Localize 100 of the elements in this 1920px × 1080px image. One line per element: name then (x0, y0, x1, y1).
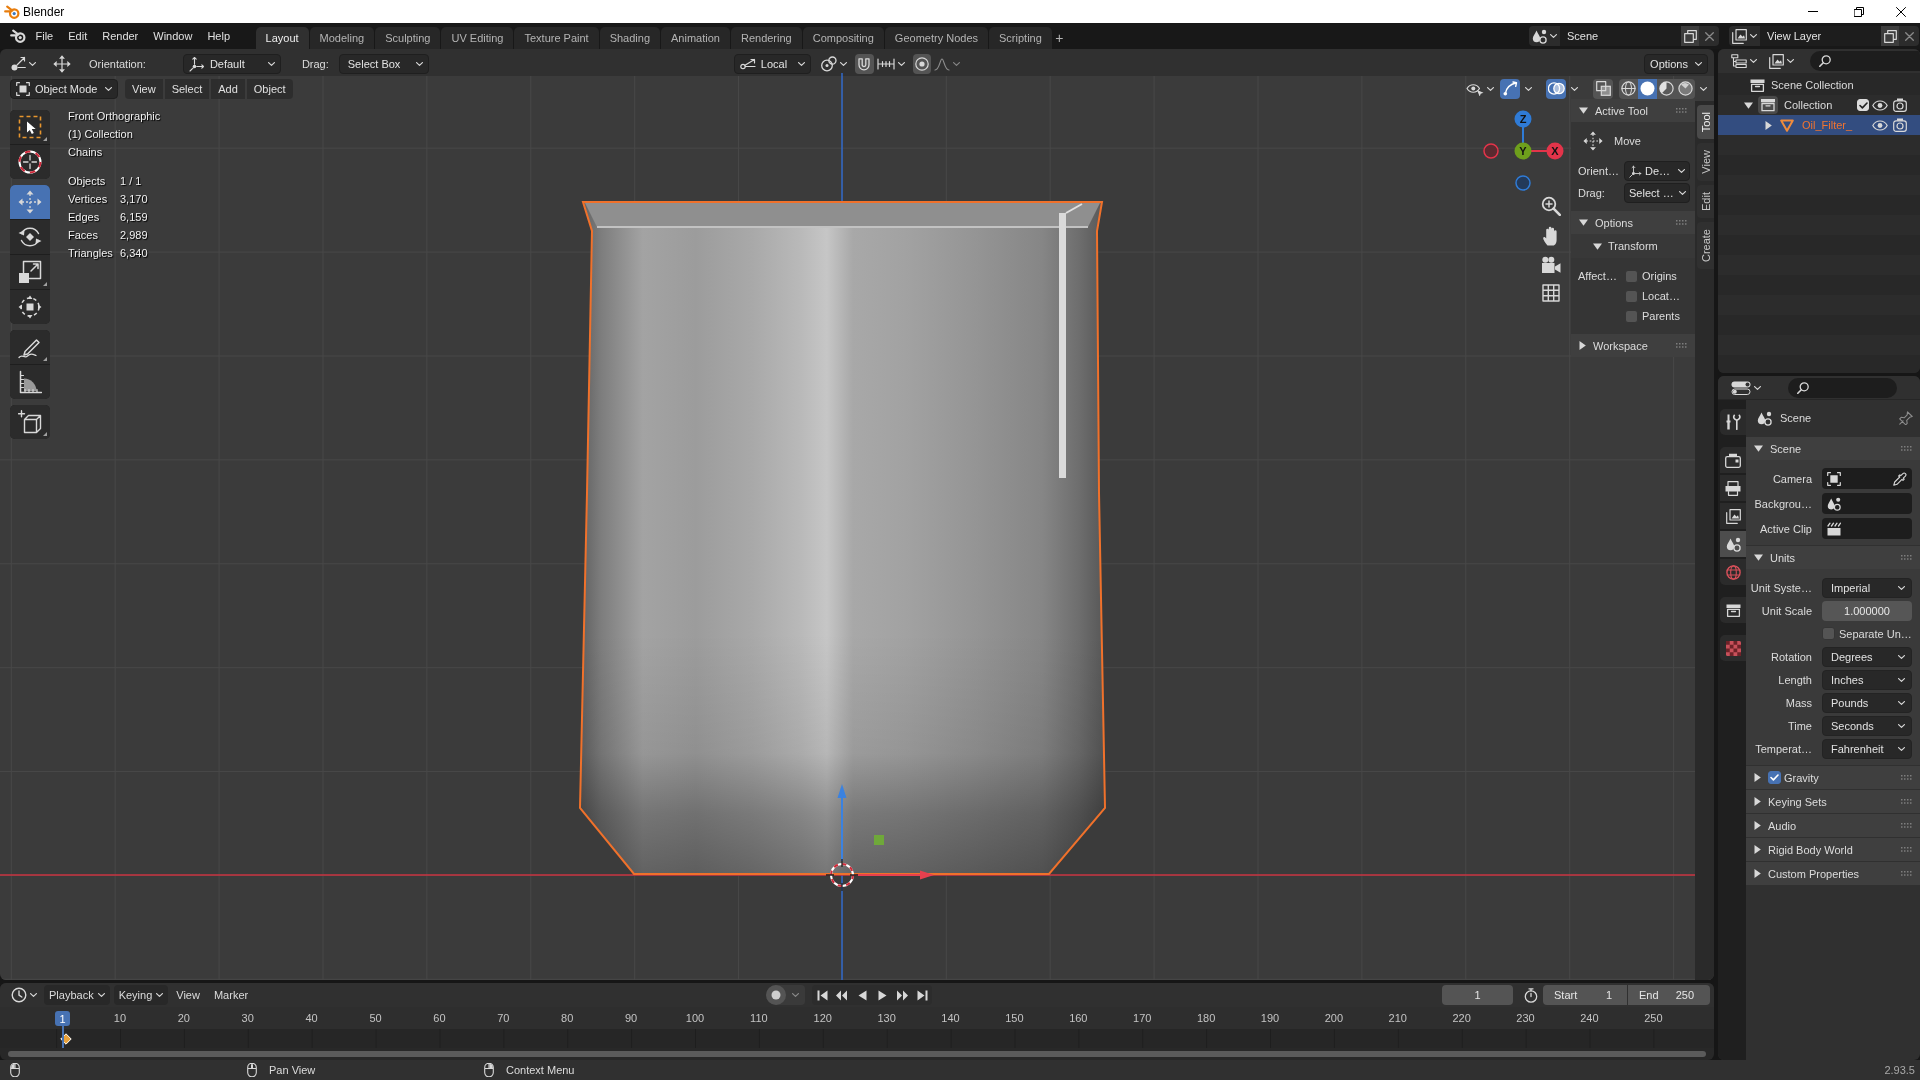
close-button[interactable] (1899, 26, 1919, 46)
menu-button[interactable]: Add (211, 78, 245, 99)
workspace-tab[interactable]: Sculpting (375, 27, 441, 49)
checkbox[interactable] (1625, 269, 1638, 283)
copy-button[interactable] (1681, 26, 1699, 46)
dropdown[interactable]: Fahrenheit (1822, 738, 1912, 759)
disclosure-triangle-icon[interactable] (1754, 821, 1761, 830)
zoom-icon[interactable] (1541, 196, 1561, 216)
outliner-row[interactable]: Collection (1718, 95, 1920, 115)
properties-tab[interactable] (1720, 409, 1746, 435)
panel-header[interactable]: Active Tool (1571, 99, 1695, 122)
dropdown[interactable]: Inches (1822, 669, 1912, 690)
tool-button[interactable] (10, 365, 50, 399)
menu-button[interactable]: Select (164, 78, 210, 99)
view-layer-name-field[interactable]: View Layer (1760, 26, 1881, 46)
dropdown[interactable]: Pounds (1822, 692, 1912, 713)
workspace-tab[interactable]: Modeling (309, 27, 375, 49)
stopwatch-icon[interactable] (1524, 987, 1538, 1003)
orientation-dropdown[interactable]: De… (1624, 161, 1690, 181)
disclosure-triangle-icon[interactable] (1754, 554, 1763, 561)
workspace-tab[interactable]: Animation (661, 27, 730, 49)
display-mode-button[interactable] (1766, 51, 1797, 71)
pin-icon[interactable] (1899, 411, 1913, 425)
tool-button[interactable] (10, 330, 50, 364)
overlay-toggle[interactable] (1546, 78, 1566, 99)
gizmo-toggle[interactable] (1500, 78, 1520, 99)
orientation-dropdown[interactable]: Default (182, 54, 281, 74)
disclosure-triangle-icon[interactable] (1754, 797, 1761, 806)
grip-handle-icon[interactable] (1901, 823, 1912, 828)
tool-button[interactable] (10, 405, 50, 439)
transform-space-dropdown[interactable]: Local (733, 54, 811, 74)
panel-header[interactable]: Rigid Body World (1746, 838, 1920, 861)
workspace-tab[interactable]: Rendering (730, 27, 802, 49)
snap-toggle[interactable] (854, 54, 874, 74)
current-frame-field[interactable]: 1 (1442, 985, 1513, 1005)
3d-viewport[interactable] (0, 76, 1714, 980)
view-layer-selector-button[interactable] (1729, 26, 1760, 46)
panel-header[interactable]: Audio (1746, 814, 1920, 837)
disclosure-triangle-icon[interactable] (1754, 773, 1761, 782)
subpanel-header[interactable]: Transform (1571, 234, 1695, 258)
workspace-tab[interactable]: Compositing (802, 27, 884, 49)
menu-button[interactable]: View (170, 985, 206, 1005)
grip-handle-icon[interactable] (1676, 220, 1687, 225)
tool-button[interactable] (10, 220, 50, 254)
panel-header[interactable]: Units (1746, 546, 1920, 569)
panel-header[interactable]: Keying Sets (1746, 790, 1920, 813)
panel-header[interactable]: Options (1571, 211, 1695, 234)
drag-dropdown[interactable]: Select Box (338, 54, 429, 74)
disclosure-triangle-icon[interactable] (1743, 101, 1753, 109)
menu-button[interactable]: Marker (207, 985, 255, 1005)
search-field[interactable] (1788, 377, 1897, 398)
playhead-frame[interactable]: 1 (55, 1011, 70, 1026)
grip-handle-icon[interactable] (1901, 555, 1912, 560)
workspace-tab[interactable]: Texture Paint (514, 27, 599, 49)
scene-selector-button[interactable] (1529, 26, 1560, 46)
auto-keying-button[interactable] (766, 985, 787, 1005)
sidebar-tab[interactable]: Tool (1697, 105, 1714, 140)
axis-button[interactable]: X (1546, 142, 1564, 160)
dropdown[interactable]: Imperial (1822, 577, 1912, 598)
sidebar-tab[interactable]: Edit (1697, 184, 1714, 218)
tool-button[interactable] (10, 290, 50, 324)
checkbox[interactable] (1625, 309, 1638, 323)
menu-button[interactable]: View (125, 78, 163, 99)
workspace-tab[interactable]: Scripting (989, 27, 1052, 49)
disclosure-triangle-icon[interactable] (1754, 445, 1763, 452)
menu-item[interactable]: File (28, 26, 61, 46)
move-tool-icon[interactable] (53, 55, 71, 73)
shading-button[interactable] (1676, 78, 1695, 99)
popover-button[interactable]: Playback (44, 985, 110, 1005)
panel-header[interactable]: Workspace (1571, 334, 1695, 357)
grip-handle-icon[interactable] (1901, 847, 1912, 852)
scene-field[interactable] (1822, 493, 1912, 514)
drag-dropdown[interactable]: Select … (1624, 183, 1690, 203)
workspace-tab[interactable]: Geometry Nodes (884, 27, 988, 49)
xray-toggle[interactable] (1593, 78, 1613, 99)
properties-tab[interactable] (1720, 531, 1746, 557)
axis-button[interactable]: Y (1514, 142, 1532, 160)
outliner-row[interactable]: Scene Collection (1718, 75, 1920, 95)
editor-type-button[interactable] (1728, 51, 1760, 71)
eye-icon[interactable] (1872, 119, 1888, 131)
grip-handle-icon[interactable] (1901, 775, 1912, 780)
panel-header[interactable]: Custom Properties (1746, 862, 1920, 885)
sidebar-tab[interactable]: View (1697, 143, 1714, 181)
disclosure-triangle-icon[interactable] (1579, 107, 1588, 114)
checkbox[interactable] (1625, 289, 1638, 303)
start-frame-field[interactable]: Start 1 (1543, 985, 1627, 1005)
properties-tab[interactable] (1720, 503, 1746, 529)
eyedropper-icon[interactable] (1893, 471, 1907, 486)
move-gizmo[interactable] (837, 784, 934, 880)
camera-icon[interactable] (1541, 256, 1561, 274)
disclosure-triangle-icon[interactable] (1579, 219, 1588, 226)
panel-header[interactable]: Gravity (1746, 766, 1920, 789)
shading-button[interactable] (1657, 78, 1676, 99)
menu-item[interactable]: Window (145, 26, 200, 46)
checkbox[interactable] (1768, 771, 1781, 784)
eye-icon[interactable] (1872, 99, 1888, 111)
disclosure-triangle-icon[interactable] (1764, 120, 1772, 130)
panel-header[interactable]: Scene (1746, 437, 1920, 460)
camera-icon[interactable] (1893, 98, 1907, 112)
scene-name-field[interactable]: Scene (1560, 26, 1681, 46)
